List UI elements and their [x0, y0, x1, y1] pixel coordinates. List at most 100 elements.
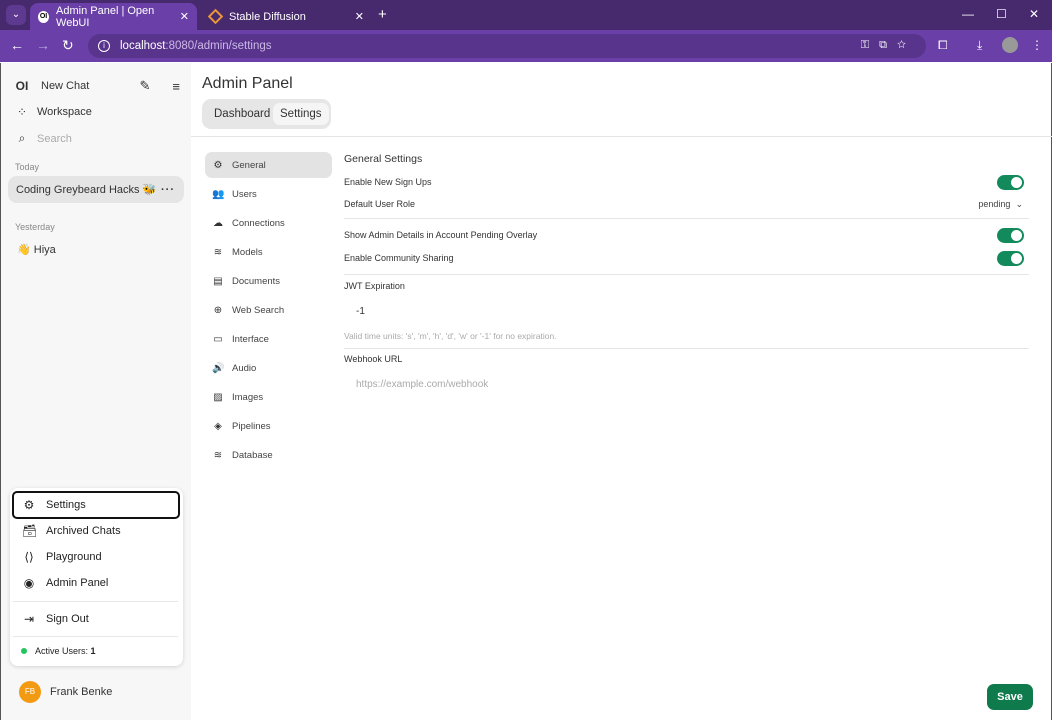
gear-icon: ⚙: [23, 498, 35, 512]
maximize-icon[interactable]: ☐: [996, 7, 1007, 21]
logo: OI: [15, 79, 29, 93]
settings-nav-connections[interactable]: ☁ Connections: [205, 210, 332, 236]
community-sharing-label: Enable Community Sharing: [344, 253, 454, 263]
settings-nav-users[interactable]: 👥 Users: [205, 181, 332, 207]
menu-icon[interactable]: ⋮: [1031, 38, 1043, 52]
tab-title: Admin Panel | Open WebUI: [56, 4, 155, 29]
main-content: Admin Panel Dashboard Settings ⚙ General …: [191, 63, 1052, 720]
close-tab-icon[interactable]: ✕: [355, 10, 364, 23]
settings-nav-interface[interactable]: ▭ Interface: [205, 326, 332, 352]
monitor-icon: ▭: [213, 333, 223, 345]
bookmark-star-icon[interactable]: ⚿⧉☆: [861, 39, 916, 52]
sidebar-toggle-icon[interactable]: ≡: [172, 79, 180, 94]
close-tab-icon[interactable]: ✕: [180, 10, 189, 23]
sidebar: OI New Chat ✎ ≡ ⁘ Workspace ⌕ Search Tod…: [1, 63, 191, 720]
edit-icon[interactable]: ✎: [140, 78, 151, 94]
jwt-label: JWT Expiration: [344, 281, 405, 291]
community-sharing-toggle[interactable]: [997, 251, 1024, 266]
chat-title: Coding Greybeard Hacks 🐝: [16, 184, 157, 196]
browser-tab-bar: ⌄ OI Admin Panel | Open WebUI ✕ Stable D…: [0, 0, 1052, 30]
close-window-icon[interactable]: ✕: [1029, 7, 1039, 21]
avatar: FB: [19, 681, 41, 703]
nav-label: Pipelines: [232, 420, 271, 432]
tab-settings[interactable]: Settings: [273, 103, 329, 125]
status-dot-icon: [21, 648, 27, 654]
sign-out-icon: ⇥: [23, 612, 35, 626]
jwt-input[interactable]: -1: [356, 306, 365, 317]
code-icon: ⟨⟩: [24, 550, 34, 564]
divider: [191, 136, 1052, 137]
menu-label: Settings: [46, 499, 86, 511]
tab-title: Stable Diffusion: [229, 10, 306, 23]
chevron-down-icon: ⌄: [1015, 199, 1023, 209]
menu-label: Sign Out: [46, 613, 89, 625]
search-icon: ⌕: [18, 131, 26, 145]
show-admin-toggle[interactable]: [997, 228, 1024, 243]
chat-item[interactable]: 👋 Hiya: [17, 243, 56, 256]
menu-label: Admin Panel: [46, 577, 109, 589]
stable-diffusion-favicon: [207, 8, 224, 25]
database-icon: ≋: [213, 246, 223, 258]
site-info-icon[interactable]: i: [98, 40, 110, 52]
page-title: Admin Panel: [202, 75, 293, 92]
divider: [13, 636, 178, 637]
download-icon[interactable]: ⤓: [977, 38, 982, 53]
settings-nav-general[interactable]: ⚙ General: [205, 152, 332, 178]
tab-search-button[interactable]: ⌄: [6, 5, 26, 25]
settings-nav-models[interactable]: ≋ Models: [205, 239, 332, 265]
forward-icon[interactable]: →: [36, 37, 50, 53]
nav-label: Audio: [232, 362, 257, 374]
profile-avatar[interactable]: [1002, 37, 1018, 53]
nav-label: Users: [232, 188, 257, 200]
search-placeholder: Search: [37, 132, 72, 145]
search-input[interactable]: ⌕ Search: [15, 131, 72, 146]
new-tab-icon[interactable]: +: [378, 6, 387, 23]
speaker-icon: 🔊: [212, 362, 225, 374]
save-button[interactable]: Save: [987, 684, 1033, 710]
browser-tab-stable-diffusion[interactable]: Stable Diffusion ✕: [202, 3, 372, 30]
tab-dashboard[interactable]: Dashboard: [207, 103, 277, 125]
divider: [344, 218, 1029, 219]
minimize-icon[interactable]: —: [962, 7, 974, 21]
settings-nav-images[interactable]: ▨ Images: [205, 384, 332, 410]
new-chat-button[interactable]: OI New Chat ✎ ≡: [15, 78, 180, 94]
settings-nav-pipelines[interactable]: ◈ Pipelines: [205, 413, 332, 439]
menu-playground[interactable]: ⟨⟩ Playground: [12, 543, 180, 571]
address-bar[interactable]: i localhost:8080/admin/settings ⚿⧉☆: [88, 34, 926, 58]
section-yesterday: Yesterday: [15, 222, 55, 232]
menu-admin-panel[interactable]: ◉ Admin Panel: [12, 569, 180, 597]
user-profile-button[interactable]: FB Frank Benke: [19, 681, 112, 703]
default-role-label: Default User Role: [344, 199, 416, 209]
workspace-button[interactable]: ⁘ Workspace: [15, 105, 92, 119]
url-host: localhost: [120, 40, 166, 52]
enable-signups-toggle[interactable]: [997, 175, 1024, 190]
chat-item[interactable]: Coding Greybeard Hacks 🐝 ···: [8, 176, 184, 203]
active-users-label: Active Users:: [35, 646, 89, 656]
settings-nav-audio[interactable]: 🔊 Audio: [205, 355, 332, 381]
settings-nav-database[interactable]: ≋ Database: [205, 442, 332, 468]
menu-archived-chats[interactable]: 🗃 Archived Chats: [12, 517, 180, 545]
extensions-icon[interactable]: ⧠: [938, 38, 948, 53]
webhook-label: Webhook URL: [344, 354, 403, 364]
browser-tab-admin[interactable]: OI Admin Panel | Open WebUI ✕: [30, 3, 197, 30]
section-today: Today: [15, 162, 40, 172]
default-role-select[interactable]: pending ⌄: [978, 199, 1023, 210]
nav-label: Connections: [232, 217, 285, 229]
nav-label: Images: [232, 391, 264, 403]
chat-title: 👋 Hiya: [17, 244, 56, 256]
divider: [344, 348, 1029, 349]
back-icon[interactable]: ←: [10, 37, 24, 53]
nav-label: Interface: [232, 333, 269, 345]
more-icon[interactable]: ···: [161, 184, 175, 196]
settings-nav-web-search[interactable]: ⊕ Web Search: [205, 297, 332, 323]
settings-nav-documents[interactable]: ▤ Documents: [205, 268, 332, 294]
nav-label: General: [232, 159, 266, 171]
menu-settings[interactable]: ⚙ Settings: [12, 491, 180, 519]
users-icon: 👥: [212, 188, 225, 200]
menu-sign-out[interactable]: ⇥ Sign Out: [12, 605, 180, 633]
webhook-input[interactable]: https://example.com/webhook: [356, 379, 488, 390]
reload-icon[interactable]: ↻: [62, 37, 74, 54]
user-name: Frank Benke: [50, 686, 113, 698]
divider: [13, 601, 178, 602]
jwt-hint: Valid time units: 's', 'm', 'h', 'd', 'w…: [344, 331, 557, 341]
